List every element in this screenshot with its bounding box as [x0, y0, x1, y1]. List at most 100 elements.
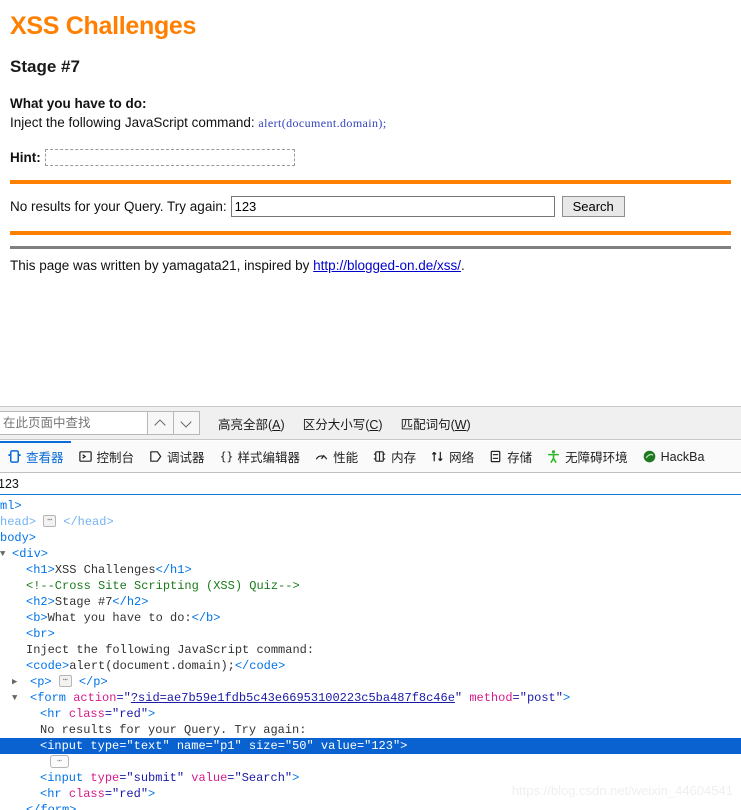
tab-style-editor[interactable]: {} 样式编辑器 — [212, 441, 308, 472]
twisty-closed-icon[interactable] — [12, 674, 17, 690]
browser-window: XSS Challenges Stage #7 What you have to… — [0, 0, 741, 810]
dom-quote: " — [234, 739, 242, 753]
dom-attr-value-name: p1 — [220, 739, 235, 753]
tab-performance[interactable]: 性能 — [307, 441, 365, 472]
dom-attr-value-size: 50 — [292, 739, 307, 753]
dom-line-h2[interactable]: <h2>Stage #7</h2> — [0, 594, 741, 610]
dom-line-form[interactable]: <form action =" ?sid=ae7b59e1fdb5c43e66953… — [0, 690, 741, 706]
tab-memory[interactable]: 内存 — [365, 441, 423, 472]
dom-line-body[interactable]: body> — [0, 530, 741, 546]
dom-tag-form: <form — [30, 691, 74, 705]
dom-line-html[interactable]: ml> — [0, 498, 741, 514]
dom-text-inject: Inject the following JavaScript command: — [26, 643, 315, 657]
dom-quote: " — [454, 691, 463, 705]
find-whole-words-option[interactable]: 匹配词句(W) — [401, 414, 471, 433]
dom-tag-hr-close: > — [148, 787, 156, 801]
collapsed-content-badge[interactable]: ⋯ — [58, 674, 72, 687]
dom-line-query-text[interactable]: No results for your Query. Try again: — [0, 722, 741, 738]
expand-node-button[interactable]: ⋯ — [50, 755, 69, 769]
dom-line-h1[interactable]: <h1>XSS Challenges</h1> — [0, 562, 741, 578]
dom-line-expand-button[interactable]: ⋯ — [0, 754, 741, 770]
dom-line-b[interactable]: <b>What you have to do:</b> — [0, 610, 741, 626]
twisty-open-icon[interactable] — [0, 546, 5, 562]
dom-quote: " — [176, 771, 185, 785]
dom-tag-div: <div> — [12, 547, 49, 561]
dom-search-input[interactable] — [0, 473, 737, 494]
dom-line-hr-bottom[interactable]: <hr class="red"> — [0, 786, 741, 802]
dom-eq: =" — [119, 771, 134, 785]
dom-line-comment[interactable]: <!--Cross Site Scripting (XSS) Quiz--> — [0, 578, 741, 594]
dom-quote: " — [306, 739, 314, 753]
tab-accessibility[interactable]: 无障碍环境 — [539, 441, 635, 472]
divider-gray — [10, 246, 731, 250]
dom-line-head[interactable]: head> ⋯ </head> — [0, 514, 741, 530]
inject-instruction: Inject the following JavaScript command:… — [10, 114, 731, 132]
tab-label: 调试器 — [167, 451, 205, 465]
dom-tag-b-close: </b> — [191, 611, 221, 625]
dom-attr-value-class: red — [119, 787, 141, 801]
dom-line-input-submit[interactable]: <input type="submit" value="Search"> — [0, 770, 741, 786]
search-form: No results for your Query. Try again: — [10, 196, 731, 218]
dom-eq: =" — [512, 691, 527, 705]
dom-line-div[interactable]: <div> — [0, 546, 741, 562]
dom-tag-form-close: > — [562, 691, 571, 705]
tab-hackbar[interactable]: HackBa — [635, 441, 712, 472]
dom-line-form-close[interactable]: </form> — [0, 802, 741, 810]
dom-attr-value-type: submit — [133, 771, 177, 785]
performance-icon — [314, 449, 329, 464]
dom-attr-name-class: class — [68, 787, 105, 801]
tab-inspector[interactable]: 查看器 — [0, 441, 71, 472]
tab-label: 性能 — [333, 451, 359, 465]
dom-search-bar — [0, 473, 741, 495]
dom-line-code[interactable]: <code>alert(document.domain);</code> — [0, 658, 741, 674]
dom-line-inject-text[interactable]: Inject the following JavaScript command: — [0, 642, 741, 658]
dom-line-hr-top[interactable]: <hr class="red"> — [0, 706, 741, 722]
collapsed-content-badge[interactable]: ⋯ — [43, 514, 57, 527]
dom-tag-form-close: </form> — [26, 803, 77, 810]
tab-label: 网络 — [449, 451, 475, 465]
tab-storage[interactable]: 存储 — [481, 441, 539, 472]
dom-attr-name-type: type — [90, 771, 120, 785]
tab-label: HackBa — [660, 449, 705, 464]
network-icon — [430, 449, 445, 464]
dom-tag-code-close: </code> — [234, 659, 286, 673]
find-opt-close: ) — [280, 417, 285, 432]
find-previous-button[interactable] — [148, 411, 174, 435]
tab-network[interactable]: 网络 — [423, 441, 481, 472]
chevron-down-icon — [182, 419, 191, 428]
svg-text:{}: {} — [219, 450, 233, 463]
find-opt-label: 区分大小写( — [302, 417, 370, 432]
find-opt-close: ) — [466, 417, 471, 432]
dom-tag-head-open: head> — [0, 515, 37, 529]
dom-eq: =" — [205, 739, 221, 753]
dom-attr-name-action: action — [73, 691, 117, 705]
page-footer: This page was written by yamagata21, ins… — [10, 258, 731, 273]
dom-line-input-text-selected[interactable]: <input type="text" name="p1" size="50" v… — [0, 738, 741, 754]
tab-label: 样式编辑器 — [237, 451, 301, 465]
dom-quote: " — [555, 691, 563, 705]
tab-label: 存储 — [507, 451, 533, 465]
todo-label: What you have to do: — [10, 96, 147, 111]
dom-tree-panel: ml> head> ⋯ </head> body> <div> <h1>XSS … — [0, 496, 741, 810]
footer-link[interactable]: http://blogged-on.de/xss/ — [313, 258, 461, 273]
tab-console[interactable]: 控制台 — [71, 441, 142, 472]
hint-box — [44, 149, 295, 167]
dom-tag-body: body> — [0, 531, 37, 545]
twisty-open-icon[interactable] — [12, 690, 17, 706]
find-opt-key: A — [272, 417, 281, 432]
find-highlight-all-option[interactable]: 高亮全部(A) — [218, 414, 285, 433]
web-page-content: XSS Challenges Stage #7 What you have to… — [0, 0, 741, 404]
dom-attr-value-action[interactable]: ?sid=ae7b59e1fdb5c43e66953100223c5ba487f… — [131, 691, 455, 705]
dom-line-br[interactable]: <br> — [0, 626, 741, 642]
tab-debugger[interactable]: 调试器 — [141, 441, 212, 472]
find-match-case-option[interactable]: 区分大小写(C) — [303, 414, 383, 433]
find-input[interactable] — [0, 411, 148, 435]
hint-row: Hint: — [10, 149, 731, 167]
search-submit-button[interactable] — [561, 196, 625, 218]
find-next-button[interactable] — [174, 411, 200, 435]
search-input[interactable] — [230, 196, 555, 218]
dom-line-p[interactable]: <p> ⋯ </p> — [0, 674, 741, 690]
dom-tag-br: <br> — [26, 627, 55, 641]
dom-quote: " — [140, 787, 149, 801]
dom-text-h2: Stage #7 — [54, 595, 113, 609]
